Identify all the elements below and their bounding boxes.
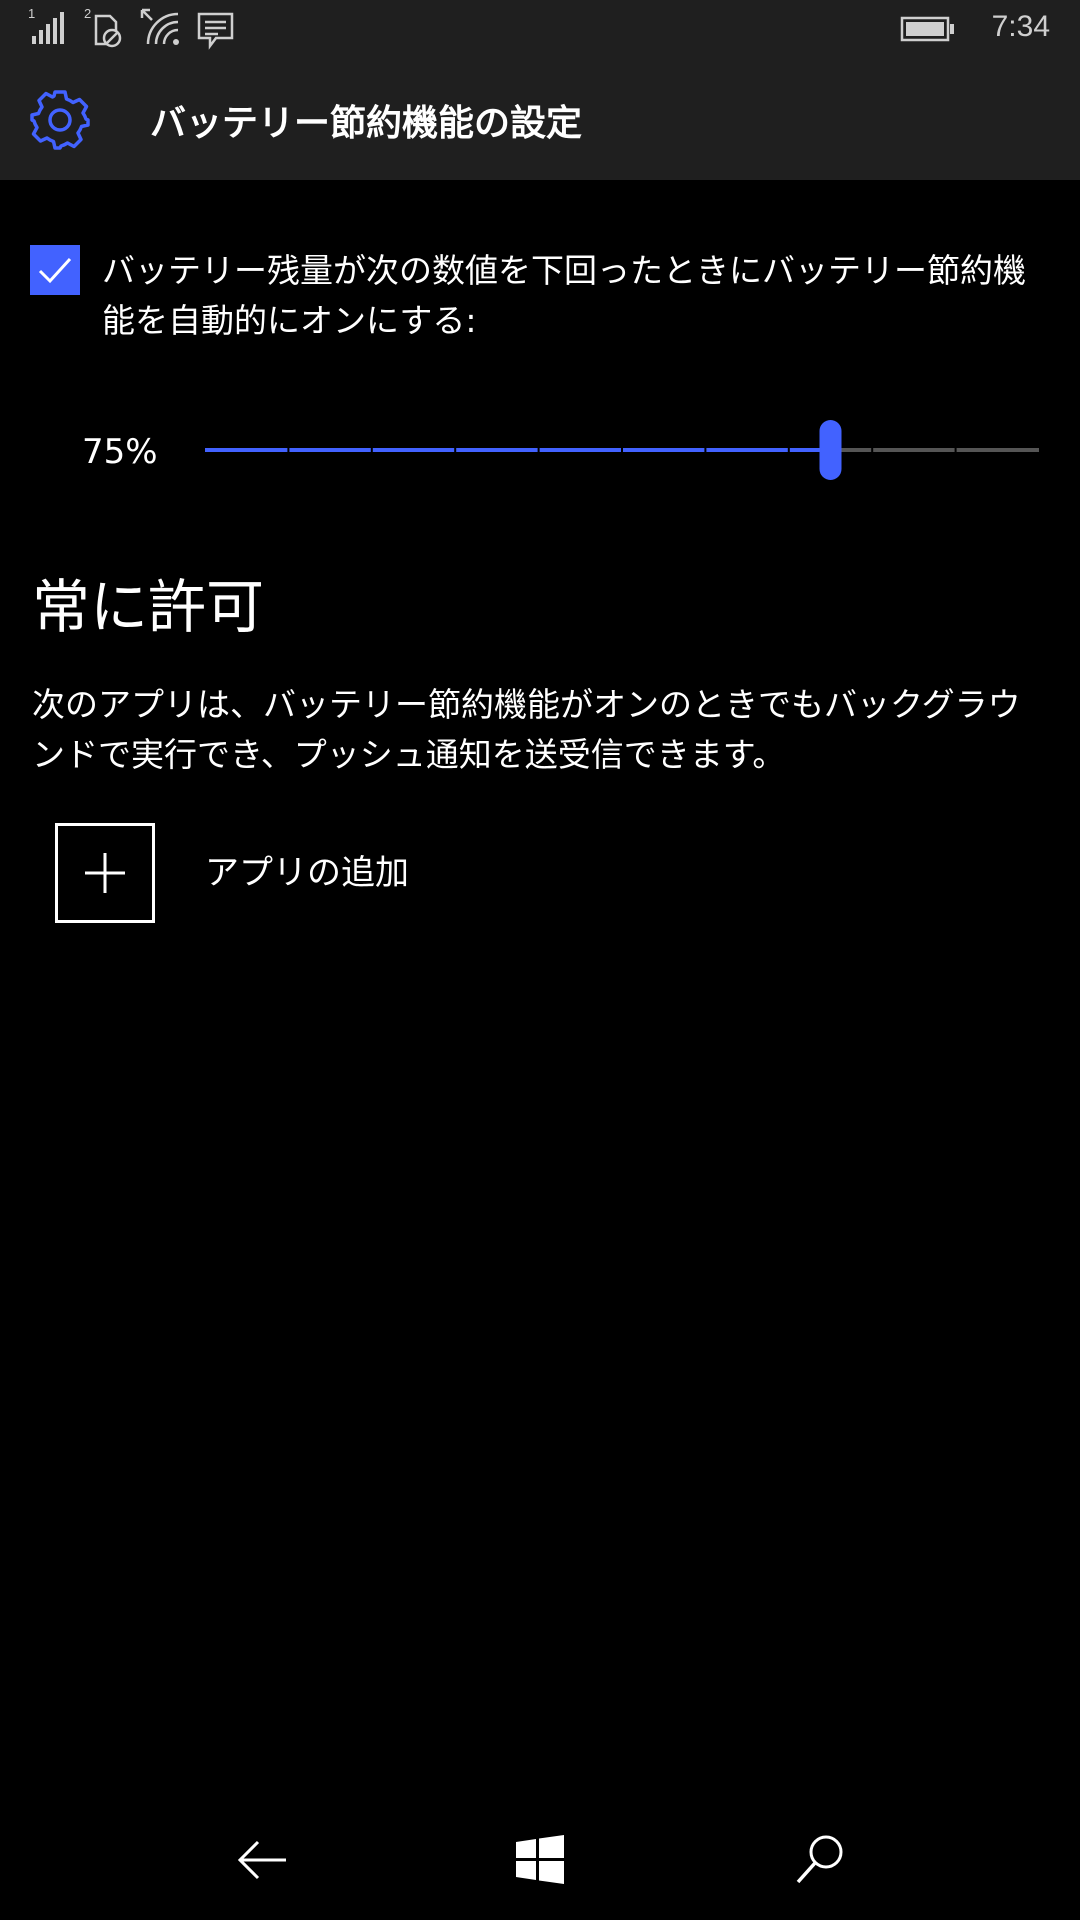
auto-battery-saver-checkbox[interactable] [30,245,80,295]
slider-track-fill [205,448,831,452]
status-bar: 1 2 7:34 [0,0,1080,60]
screen: 1 2 7:34 バッテリー節約機能の設定 バッテリー残量が次の数値を下回ったと… [0,0,1080,1920]
sim2-label: 2 [84,6,91,21]
message-icon [196,10,236,54]
status-time: 7:34 [991,10,1050,43]
plus-icon [85,853,125,893]
slider-tick [537,448,540,452]
slider-tick [704,448,707,452]
sim-no-service-icon: 2 [84,6,126,52]
battery-icon [900,14,956,48]
gear-icon [28,88,92,152]
add-app-button[interactable]: アプリの追加 [55,823,555,923]
page-title: バッテリー節約機能の設定 [150,103,583,144]
slider-tick [871,448,874,452]
slider-tick [370,448,373,452]
slider-thumb[interactable] [819,420,842,480]
wifi-icon [140,6,182,52]
sim1-label: 1 [28,6,35,21]
back-arrow-icon[interactable] [232,1830,292,1890]
checkmark-icon [38,257,72,284]
add-app-label[interactable]: アプリの追加 [205,845,409,894]
auto-battery-saver-label[interactable]: バッテリー残量が次の数値を下回ったときにバッテリー節約機能を自動的にオンにする: [102,246,1052,346]
slider-tick [621,448,623,452]
page-header: バッテリー節約機能の設定 [0,60,1080,180]
always-allowed-heading: 常に許可 [32,573,265,641]
slider-track[interactable] [205,420,1039,480]
battery-threshold-slider[interactable] [205,420,1039,480]
always-allowed-description: 次のアプリは、バッテリー節約機能がオンのときでもバックグラウンドで実行でき、プッ… [32,685,1021,774]
add-app-box[interactable] [55,823,155,923]
slider-tick [454,448,457,452]
search-icon[interactable] [790,1830,850,1890]
slider-tick [787,448,790,452]
slider-value: 75% [82,432,158,472]
slider-tick [287,448,290,452]
windows-logo-icon[interactable] [510,1830,570,1890]
signal-icon: 1 [28,6,70,52]
slider-tick [954,448,957,452]
navigation-bar [0,1800,1080,1920]
